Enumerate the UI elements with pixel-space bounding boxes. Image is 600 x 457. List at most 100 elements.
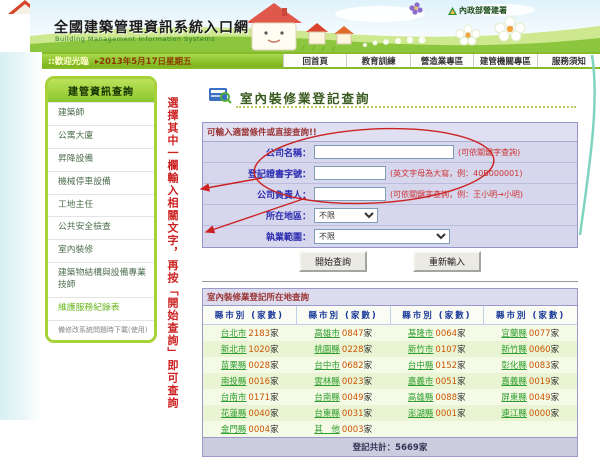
count-unit: 家 <box>457 345 466 355</box>
county-link[interactable]: 其 他 <box>314 425 340 435</box>
count-unit: 家 <box>363 361 373 371</box>
count-unit: 家 <box>457 361 466 371</box>
table-cell: 連江縣 0000家 <box>484 405 578 421</box>
sidebar-item-public-safety-inspection[interactable]: 公共安全檢查 <box>48 216 154 239</box>
county-count: 2183 <box>248 329 271 339</box>
nav-item-construction-industry[interactable]: 營造業專區 <box>409 54 473 67</box>
table-cell: 嘉義縣 0019家 <box>484 373 578 389</box>
county-count: 1020 <box>248 345 271 355</box>
sidebar-item-interior-renovation[interactable]: 室內裝修 <box>48 239 154 262</box>
county-link[interactable]: 新北市 <box>221 345 247 355</box>
sidebar-item-mechanical-parking[interactable]: 機械停車設備 <box>48 170 154 194</box>
county-count: 0049 <box>341 393 364 403</box>
table-cell: 台南市 0171家 <box>203 389 297 405</box>
sidebar-item-site-director[interactable]: 工地主任 <box>48 193 154 217</box>
county-link[interactable]: 澎湖縣 <box>408 409 434 419</box>
business-scope-select[interactable]: 不限 <box>314 229 450 244</box>
count-unit: 家 <box>270 329 279 339</box>
table-cell: 高雄市 0847家 <box>297 325 391 341</box>
sidebar-item-system-download-note: 備修改系統問題時下載(使用) <box>48 319 154 340</box>
table-cell: 屏東縣 0049家 <box>484 389 578 405</box>
county-link[interactable]: 屏東縣 <box>501 393 527 403</box>
table-cell: 彰化縣 0083家 <box>484 357 578 373</box>
county-link[interactable]: 嘉義縣 <box>501 377 527 387</box>
location-select[interactable]: 不限 <box>314 207 378 223</box>
section-divider <box>202 281 578 282</box>
county-count: 0107 <box>435 345 458 355</box>
county-link[interactable]: 台東縣 <box>314 409 340 419</box>
table-row: 花蓮縣 0040家 台東縣 0031家 澎湖縣 0001家 連江縣 0000家 <box>203 405 577 421</box>
county-count: 0049 <box>528 393 551 403</box>
county-link[interactable]: 基隆市 <box>408 329 434 339</box>
column-header: 縣市別 (家數) <box>389 306 484 324</box>
agency-link[interactable]: 內政部營建署 <box>448 5 507 16</box>
county-table-body: 台北市 2183家 高雄市 0847家 基隆市 0064家 宜蘭縣 0077家 新北市 1020家… <box>203 325 577 437</box>
county-count: 0228 <box>341 345 364 355</box>
sidebar-item-architect[interactable]: 建築師 <box>48 102 154 125</box>
county-link[interactable]: 台南市 <box>221 393 247 403</box>
title-underline <box>236 106 576 108</box>
count-unit: 家 <box>457 329 466 339</box>
count-unit: 家 <box>550 345 560 355</box>
county-count: 0077 <box>528 329 551 339</box>
company-owner-label: 公司負責人： <box>256 190 311 201</box>
county-link[interactable]: 宜蘭縣 <box>501 329 527 339</box>
table-cell: 台北市 2183家 <box>203 325 297 341</box>
sidebar-item-elevator-equipment[interactable]: 昇降設備 <box>48 147 154 171</box>
table-cell <box>390 421 484 437</box>
county-link[interactable]: 新竹縣 <box>501 345 527 355</box>
county-link[interactable]: 連江縣 <box>501 409 527 419</box>
company-name-hint: (可依關鍵字查詢) <box>458 147 521 157</box>
nav-item-education-training[interactable]: 教育訓練 <box>346 54 409 67</box>
county-link[interactable]: 高雄縣 <box>408 393 434 403</box>
county-link[interactable]: 桃園縣 <box>314 345 340 355</box>
county-link[interactable]: 彰化縣 <box>501 361 527 371</box>
reset-button[interactable]: 重新輸入 <box>413 251 482 272</box>
site-title: 全國建築管理資訊系統入口網 <box>54 20 249 36</box>
county-link[interactable]: 花蓮縣 <box>221 409 247 419</box>
county-count: 0019 <box>528 377 551 387</box>
search-button[interactable]: 開始查詢 <box>298 251 367 272</box>
county-count: 0064 <box>435 329 458 339</box>
sidebar-item-maintenance-record-form[interactable]: 維護服務紀錄表 <box>48 296 154 320</box>
county-count: 0051 <box>435 377 458 387</box>
county-link[interactable]: 新竹市 <box>408 345 434 355</box>
sidebar-item-apartment-building[interactable]: 公寓大廈 <box>48 124 154 148</box>
county-link[interactable]: 台中市 <box>314 361 340 371</box>
county-link[interactable]: 台北市 <box>221 329 247 339</box>
county-count: 0152 <box>435 361 458 371</box>
county-link[interactable]: 高雄市 <box>314 329 340 339</box>
welcome-zone: ::歡迎光臨 ▸2013年5月17日星期五 <box>40 54 283 67</box>
top-bar: ::歡迎光臨 ▸2013年5月17日星期五 回首頁 教育訓練 營造業專區 建管機關專區… <box>40 52 600 69</box>
nav-item-home[interactable]: 回首頁 <box>283 54 346 67</box>
nav-item-building-authority[interactable]: 建管機關專區 <box>473 54 536 67</box>
certificate-number-hint: (英文字母為大寫，例：40B000001) <box>390 168 523 178</box>
sidebar-item-structure-equipment-engineer[interactable]: 建築物結構與設備專業技師 <box>48 262 154 297</box>
company-owner-input[interactable] <box>314 187 386 201</box>
county-link[interactable]: 嘉義市 <box>408 377 434 387</box>
county-link[interactable]: 南投縣 <box>221 377 247 387</box>
count-unit: 家 <box>550 409 560 419</box>
county-link[interactable]: 金門縣 <box>221 425 247 435</box>
county-count: 0016 <box>248 377 271 387</box>
county-count: 0003 <box>341 425 364 435</box>
table-cell: 新北市 1020家 <box>203 341 297 357</box>
table-cell: 台中縣 0152家 <box>390 357 484 373</box>
county-count: 0088 <box>435 393 458 403</box>
certificate-number-input[interactable] <box>314 166 386 180</box>
company-name-input[interactable] <box>314 145 454 159</box>
county-count: 0171 <box>248 393 271 403</box>
county-count: 0031 <box>341 409 364 419</box>
count-unit: 家 <box>550 361 560 371</box>
county-link[interactable]: 苗栗縣 <box>221 361 247 371</box>
left-background-strip <box>0 52 42 420</box>
table-cell: 花蓮縣 0040家 <box>203 405 297 421</box>
nav-item-service-notice[interactable]: 服務須知 <box>536 54 600 67</box>
table-cell: 其 他 0003家 <box>297 421 391 437</box>
county-link[interactable]: 雲林縣 <box>314 377 340 387</box>
table-cell <box>484 421 578 437</box>
county-link[interactable]: 台中縣 <box>408 361 434 371</box>
county-link[interactable]: 台南縣 <box>314 393 340 403</box>
company-owner-row: 公司負責人： (可依關鍵字查詢，例：王小明→小明) <box>203 184 577 205</box>
form-buttons: 開始查詢 重新輸入 <box>202 251 578 272</box>
